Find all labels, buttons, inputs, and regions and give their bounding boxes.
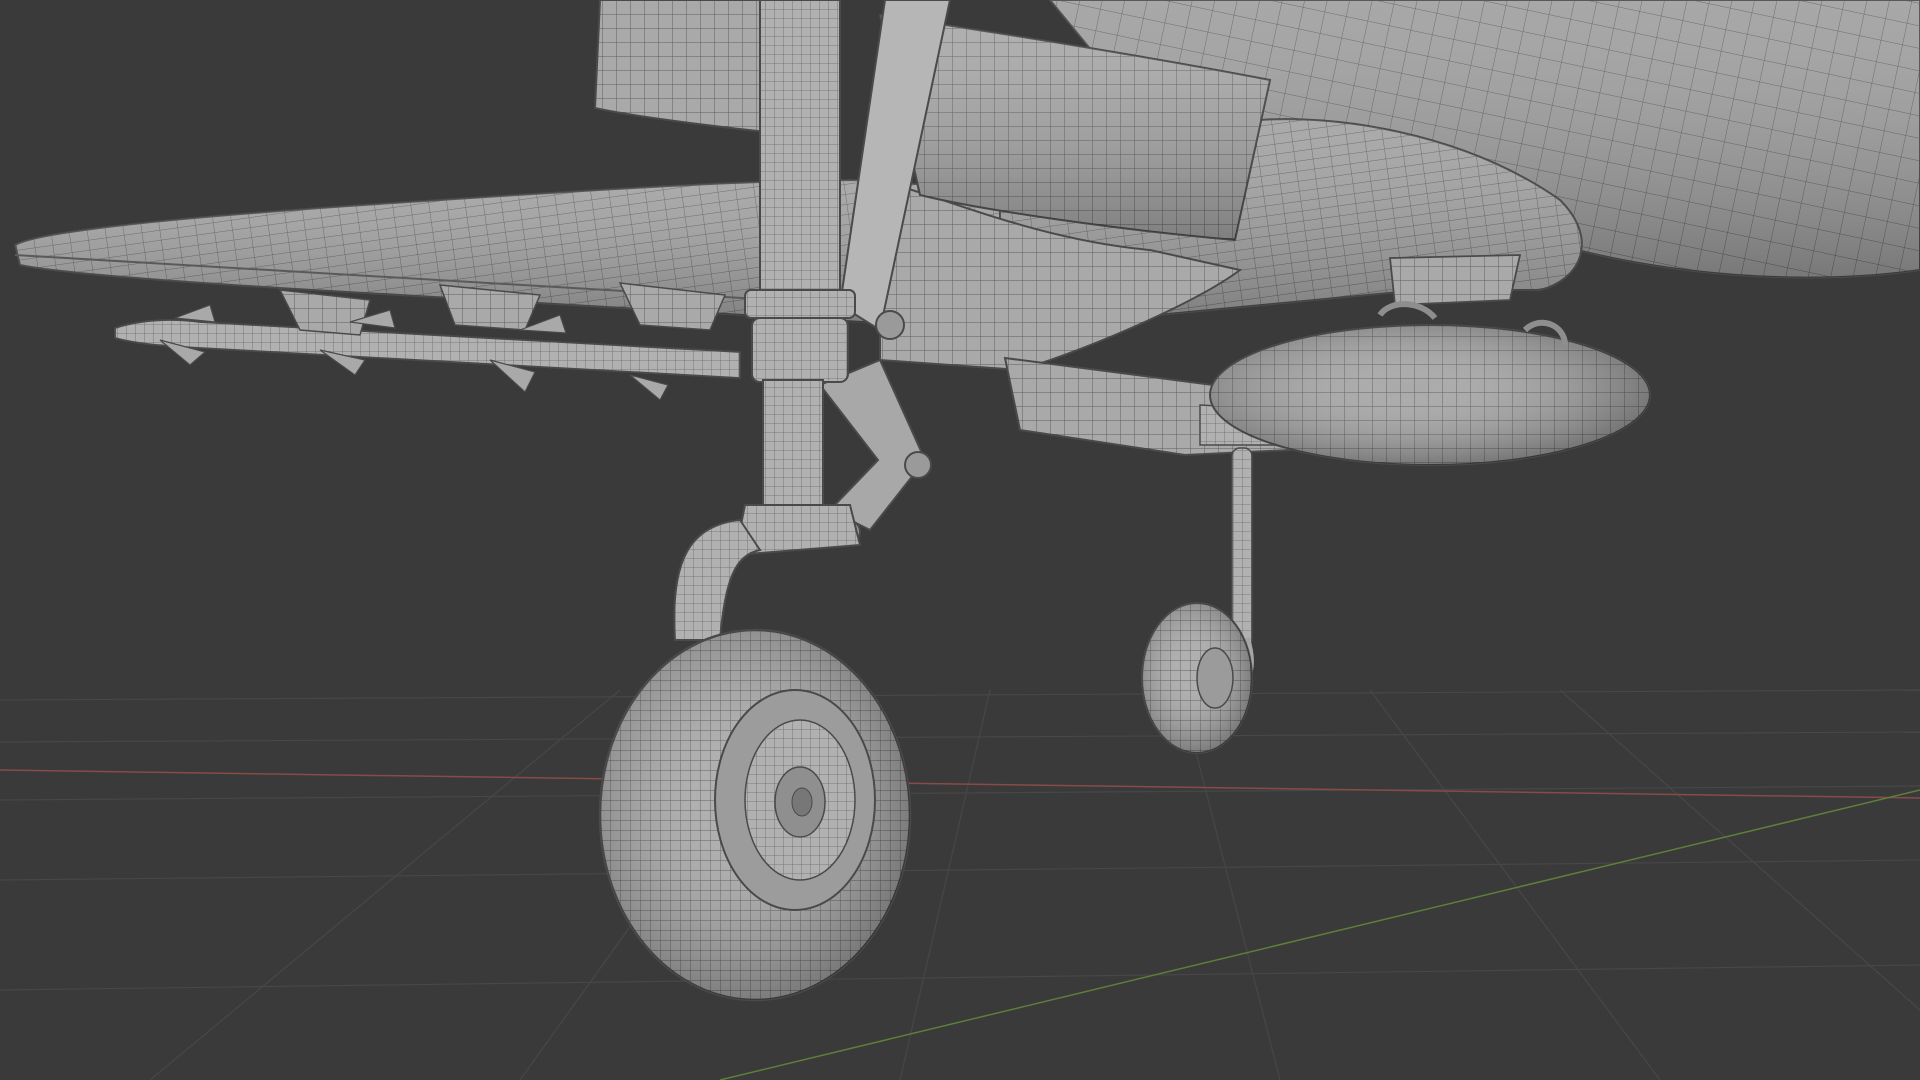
viewport-scene	[0, 0, 1920, 1080]
main-wheel	[598, 628, 912, 1002]
3d-viewport[interactable]	[0, 0, 1920, 1080]
